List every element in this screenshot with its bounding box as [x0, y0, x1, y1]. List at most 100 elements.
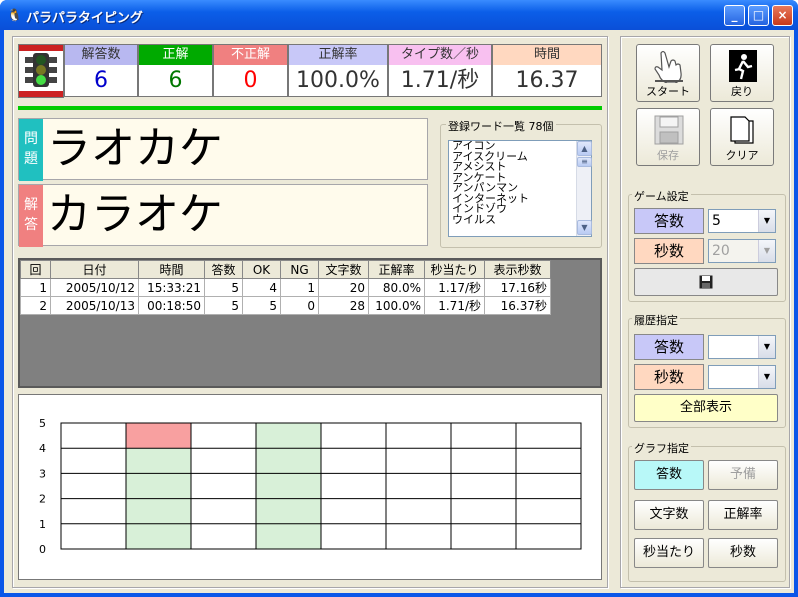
- cell: 80.0%: [368, 278, 425, 297]
- question-tag: 問題: [19, 119, 43, 181]
- graph-accuracy-button[interactable]: 正解率: [708, 500, 778, 530]
- filter-answers-label: 答数: [634, 334, 704, 360]
- cell: 1.17/秒: [424, 278, 485, 297]
- cell: 16.37秒: [484, 296, 551, 315]
- filter-seconds-label: 秒数: [634, 364, 704, 390]
- hand-icon: [654, 50, 683, 83]
- penguin-icon: 🐧: [7, 8, 22, 22]
- y-tick-label: 2: [39, 493, 46, 506]
- stat-incorrect: 不正解 0: [213, 44, 288, 97]
- clear-label: クリア: [725, 149, 759, 162]
- stat-time: 時間 16.37: [492, 44, 602, 97]
- cell: 1: [280, 278, 319, 297]
- stat-value: 0: [243, 68, 258, 93]
- graph-per-second-button[interactable]: 秒当たり: [634, 538, 704, 568]
- question-box: 問題 ラオカケ: [18, 118, 428, 181]
- game-seconds-select[interactable]: 20 ▼: [708, 239, 776, 263]
- chevron-down-icon[interactable]: ▼: [758, 240, 775, 262]
- answer-box[interactable]: 解答 カラオケ: [18, 184, 428, 247]
- cell: 00:18:50: [138, 296, 205, 315]
- chevron-down-icon[interactable]: ▼: [758, 366, 775, 388]
- question-tag-label: 問題: [24, 131, 38, 167]
- close-button[interactable]: ×: [772, 5, 793, 26]
- save-label: 保存: [657, 149, 679, 162]
- stat-label: 時間: [493, 45, 601, 65]
- question-text: ラオカケ: [47, 123, 223, 174]
- cell: 4: [242, 278, 281, 297]
- scroll-thumb[interactable]: ≡: [577, 157, 592, 167]
- table-row[interactable]: 2 2005/10/13 00:18:50 5 5 0 28 100.0% 1.…: [20, 296, 551, 315]
- show-all-button[interactable]: 全部表示: [634, 394, 778, 422]
- start-button[interactable]: スタート: [636, 44, 700, 102]
- clear-button[interactable]: クリア: [710, 108, 774, 166]
- filter-seconds-select[interactable]: ▼: [708, 365, 776, 389]
- stat-value: 6: [168, 68, 183, 93]
- history-filter-title: 履歴指定: [632, 312, 680, 328]
- list-item[interactable]: ウイルス: [449, 214, 591, 226]
- table-row[interactable]: 1 2005/10/12 15:33:21 5 4 1 20 80.0% 1.1…: [20, 278, 551, 297]
- save-settings-button[interactable]: [634, 268, 778, 296]
- cell: 20: [318, 278, 369, 297]
- stat-value: 100.0%: [296, 68, 380, 93]
- cell: 15:33:21: [138, 278, 205, 297]
- graph-chars-button[interactable]: 文字数: [634, 500, 704, 530]
- back-button[interactable]: 戻り: [710, 44, 774, 102]
- col-chars[interactable]: 文字数: [318, 260, 369, 279]
- cell: 100.0%: [368, 296, 425, 315]
- y-tick-label: 0: [39, 543, 46, 556]
- stat-value: 1.71/秒: [400, 68, 480, 93]
- y-tick-label: 3: [39, 467, 46, 480]
- cell: 0: [280, 296, 319, 315]
- graph-answers-button[interactable]: 答数: [634, 460, 704, 490]
- cell: 5: [242, 296, 281, 315]
- col-display-seconds[interactable]: 表示秒数: [484, 260, 551, 279]
- word-list-label: 登録ワード一覧 78個: [446, 118, 556, 134]
- window-title: パラパラタイピング: [26, 11, 143, 26]
- history-table-area[interactable]: 回 日付 時間 答数 OK NG 文字数 正解率 秒当たり 表示秒数 1 200…: [18, 258, 602, 388]
- maximize-button[interactable]: □: [748, 5, 769, 26]
- game-settings-title: ゲーム設定: [632, 188, 691, 204]
- bar-chart: 0 1 2 3 4 5: [39, 417, 582, 556]
- col-accuracy[interactable]: 正解率: [368, 260, 425, 279]
- word-list[interactable]: アイコン アイスクリーム アメシスト アンケート アンパンマン インターネット …: [448, 140, 592, 237]
- answer-text: カラオケ: [47, 189, 223, 240]
- col-answers[interactable]: 答数: [204, 260, 243, 279]
- floppy-disk-icon: [699, 275, 713, 289]
- col-per-second[interactable]: 秒当たり: [424, 260, 485, 279]
- cell: 1: [20, 278, 51, 297]
- start-label: スタート: [646, 85, 690, 98]
- game-answers-label: 答数: [634, 208, 704, 234]
- cell: 5: [204, 296, 243, 315]
- graph-reserve-button[interactable]: 予備: [708, 460, 778, 490]
- game-answers-value: 5: [712, 213, 721, 229]
- chevron-down-icon[interactable]: ▼: [758, 210, 775, 232]
- cell: 1.71/秒: [424, 296, 485, 315]
- game-answers-select[interactable]: 5 ▼: [708, 209, 776, 233]
- graph-seconds-button[interactable]: 秒数: [708, 538, 778, 568]
- word-list-scrollbar[interactable]: ▲ ≡ ▼: [576, 141, 592, 236]
- game-seconds-label: 秒数: [634, 238, 704, 264]
- back-label: 戻り: [731, 85, 753, 98]
- chevron-down-icon[interactable]: ▼: [758, 336, 775, 358]
- answer-tag: 解答: [19, 185, 43, 247]
- history-table: 回 日付 時間 答数 OK NG 文字数 正解率 秒当たり 表示秒数 1 200…: [20, 260, 551, 315]
- stat-value: 16.37: [515, 68, 579, 93]
- stat-answers: 解答数 6: [64, 44, 138, 97]
- floppy-disk-icon: [654, 115, 684, 145]
- minimize-button[interactable]: _: [724, 5, 745, 26]
- col-time[interactable]: 時間: [138, 260, 205, 279]
- scroll-up-icon[interactable]: ▲: [577, 141, 592, 156]
- traffic-light-icon: [18, 44, 64, 98]
- save-button[interactable]: 保存: [636, 108, 700, 166]
- col-round[interactable]: 回: [20, 260, 51, 279]
- scroll-down-icon[interactable]: ▼: [577, 220, 592, 235]
- col-ok[interactable]: OK: [242, 260, 281, 279]
- cell: 2005/10/13: [50, 296, 139, 315]
- filter-answers-select[interactable]: ▼: [708, 335, 776, 359]
- stat-correct: 正解 6: [138, 44, 213, 97]
- y-tick-label: 4: [39, 442, 46, 455]
- col-ng[interactable]: NG: [280, 260, 319, 279]
- stat-label: タイプ数／秒: [389, 45, 491, 65]
- title-bar[interactable]: 🐧 パラパラタイピング _ □ ×: [0, 0, 798, 30]
- col-date[interactable]: 日付: [50, 260, 139, 279]
